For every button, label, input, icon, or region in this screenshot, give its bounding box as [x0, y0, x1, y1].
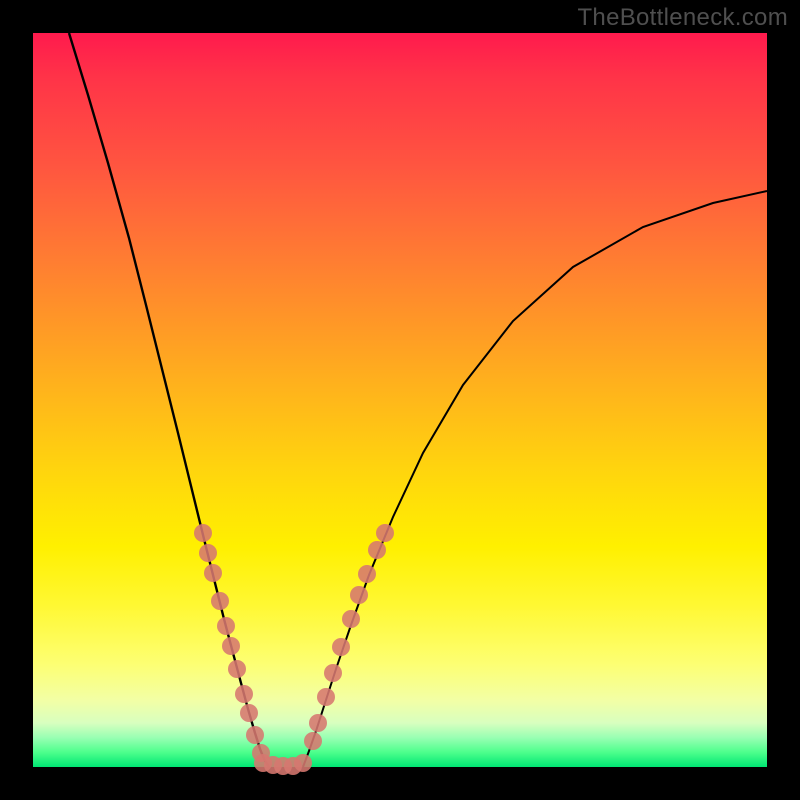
data-marker: [217, 617, 235, 635]
data-marker: [376, 524, 394, 542]
data-marker: [324, 664, 342, 682]
data-marker: [332, 638, 350, 656]
data-marker: [304, 732, 322, 750]
data-marker: [294, 754, 312, 772]
data-marker: [309, 714, 327, 732]
data-marker: [211, 592, 229, 610]
data-marker: [368, 541, 386, 559]
data-marker: [317, 688, 335, 706]
data-marker: [358, 565, 376, 583]
curve-right: [303, 191, 767, 767]
data-marker: [228, 660, 246, 678]
outer-frame: TheBottleneck.com: [0, 0, 800, 800]
curve-left: [69, 33, 269, 767]
data-marker: [235, 685, 253, 703]
data-marker: [194, 524, 212, 542]
watermark-text: TheBottleneck.com: [577, 4, 788, 32]
data-marker: [204, 564, 222, 582]
data-marker: [350, 586, 368, 604]
data-marker: [246, 726, 264, 744]
chart-svg: [33, 33, 767, 767]
data-marker: [199, 544, 217, 562]
data-marker: [240, 704, 258, 722]
data-marker: [222, 637, 240, 655]
marker-group: [194, 524, 394, 775]
data-marker: [342, 610, 360, 628]
